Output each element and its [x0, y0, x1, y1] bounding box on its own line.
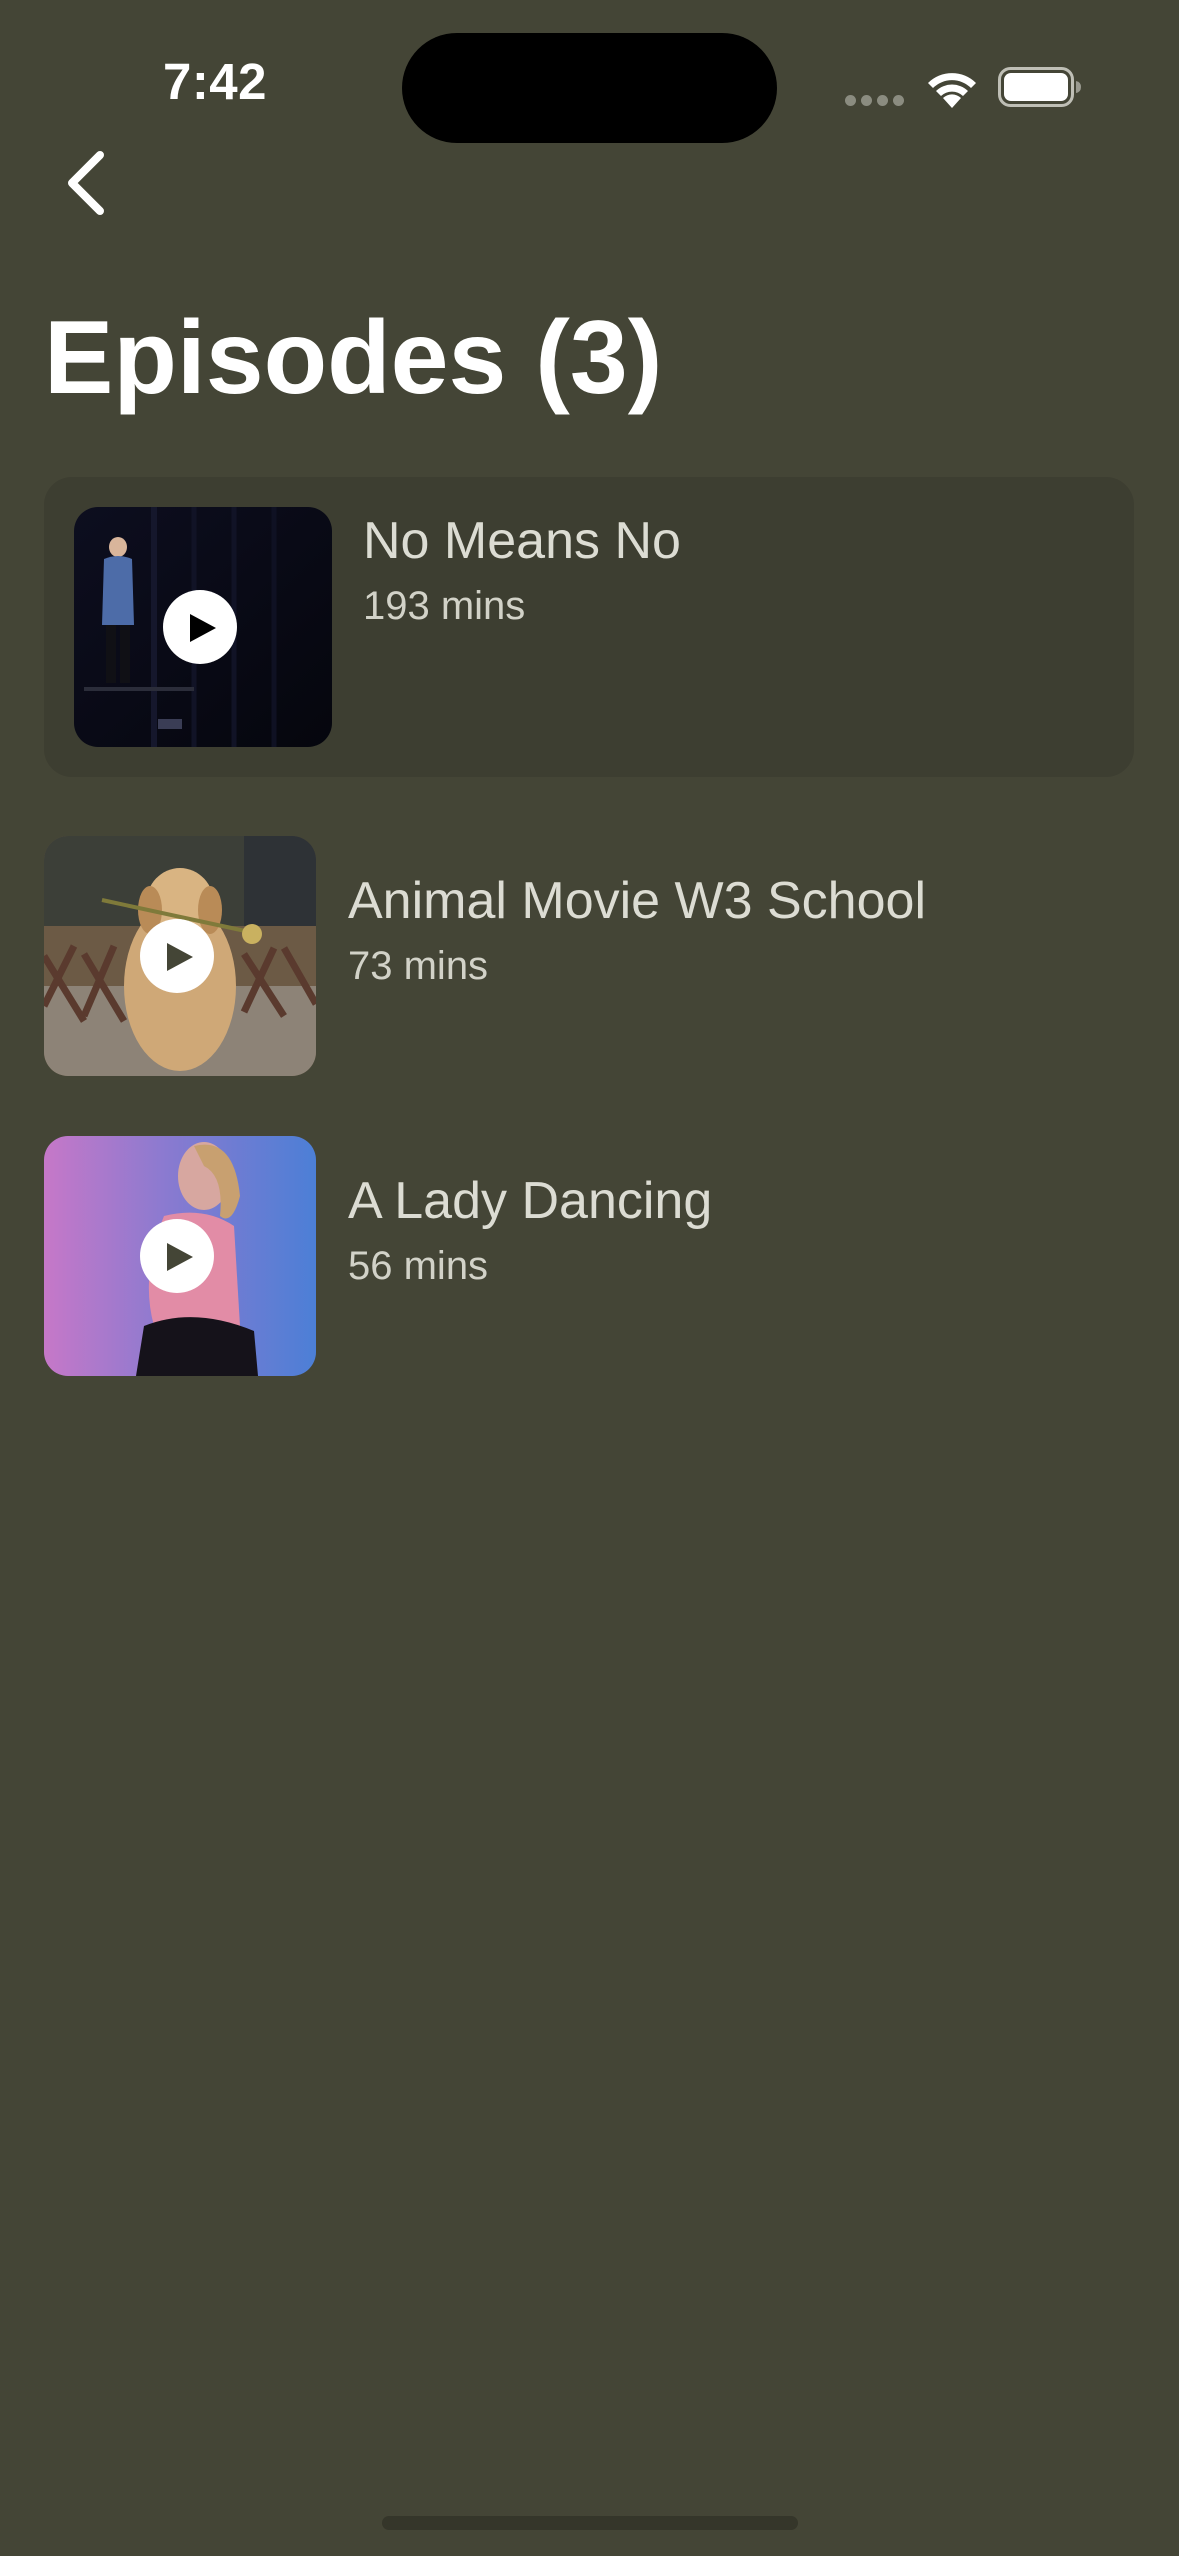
play-button[interactable] [163, 590, 237, 664]
status-time: 7:42 [162, 53, 268, 110]
back-button[interactable] [56, 145, 120, 221]
episode-thumbnail[interactable] [44, 1136, 316, 1376]
episode-title: No Means No [363, 512, 681, 570]
wifi-icon [924, 66, 980, 110]
dynamic-island [402, 33, 777, 143]
chevron-left-icon [68, 151, 104, 215]
play-button[interactable] [140, 919, 214, 993]
episode-duration: 193 mins [363, 584, 526, 628]
episodes-screen: 7:42 Episodes (3) No Means No 193 mins A… [0, 0, 1179, 2556]
play-button[interactable] [140, 1219, 214, 1293]
play-icon [167, 943, 193, 971]
home-indicator[interactable] [382, 2516, 798, 2530]
battery-icon [998, 67, 1082, 107]
episode-title: Animal Movie W3 School [348, 872, 926, 930]
episode-row[interactable]: No Means No 193 mins [44, 477, 1134, 777]
episode-title: A Lady Dancing [348, 1172, 713, 1230]
episode-thumbnail[interactable] [44, 836, 316, 1076]
episode-row[interactable]: A Lady Dancing 56 mins [44, 1136, 1134, 1378]
episode-row[interactable]: Animal Movie W3 School 73 mins [44, 836, 1134, 1078]
cellular-signal-icon [845, 95, 905, 107]
play-icon [190, 614, 216, 642]
play-icon [167, 1243, 193, 1271]
page-title: Episodes (3) [44, 300, 663, 416]
status-bar: 7:42 [0, 0, 1179, 150]
episode-duration: 56 mins [348, 1244, 489, 1288]
episode-duration: 73 mins [348, 944, 489, 988]
episode-thumbnail[interactable] [74, 507, 332, 747]
